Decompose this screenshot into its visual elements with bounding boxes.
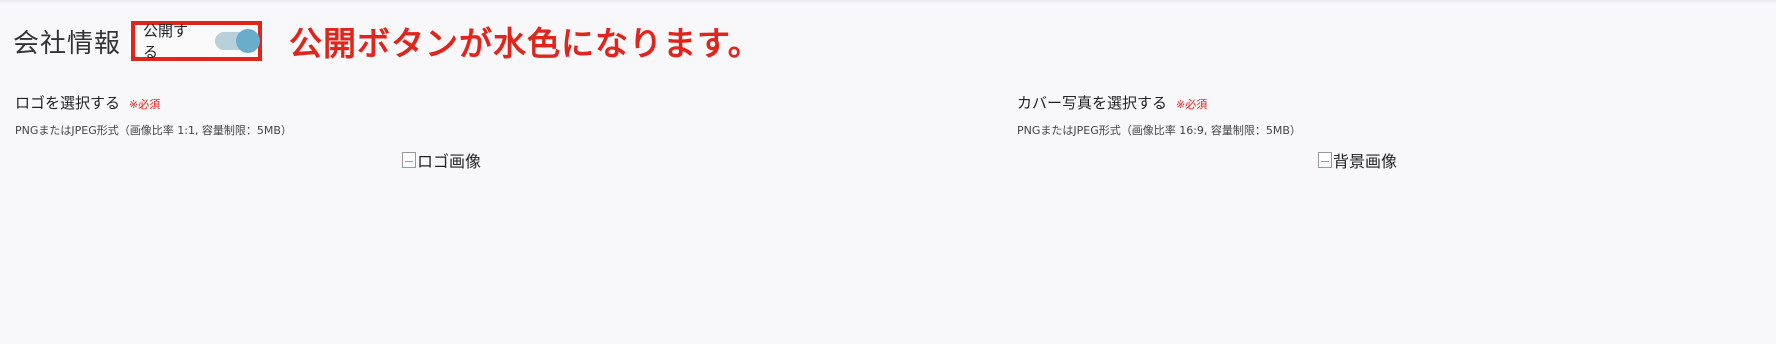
logo-hint: PNGまたはJPEG形式（画像比率 1:1, 容量制限：5MB） [15, 124, 292, 137]
required-mark: ※必須 [1176, 98, 1208, 111]
cover-label-row: カバー写真を選択する ※必須 [1017, 92, 1757, 113]
required-mark: ※必須 [129, 98, 161, 111]
logo-select-label[interactable]: ロゴを選択する [15, 92, 120, 113]
publish-toggle-label: 公開する [143, 22, 189, 61]
logo-upload-section: ロゴを選択する ※必須 PNGまたはJPEG形式（画像比率 1:1, 容量制限：… [15, 92, 885, 171]
top-shadow [0, 0, 1776, 4]
publish-toggle-switch[interactable] [215, 29, 261, 53]
logo-image-alt: ロゴ画像 [417, 152, 482, 171]
cover-image[interactable]: 背景画像 [1318, 148, 1397, 172]
toggle-knob [236, 29, 261, 53]
section-header: 会社情報 公開する 公開ボタンが水色になります。 [13, 18, 762, 64]
logo-label-row: ロゴを選択する ※必須 [15, 92, 885, 113]
cover-hint: PNGまたはJPEG形式（画像比率 16:9, 容量制限：5MB） [1017, 124, 1301, 137]
cover-upload-section: カバー写真を選択する ※必須 PNGまたはJPEG形式（画像比率 16:9, 容… [1017, 92, 1757, 171]
broken-image-icon [1318, 152, 1332, 168]
broken-image-icon [402, 152, 416, 168]
publish-toggle-highlight: 公開する [131, 21, 263, 61]
section-title: 会社情報 [13, 28, 122, 59]
annotation-text: 公開ボタンが水色になります。 [289, 24, 762, 63]
cover-image-alt: 背景画像 [1333, 152, 1398, 171]
cover-select-label[interactable]: カバー写真を選択する [1017, 92, 1167, 113]
logo-image[interactable]: ロゴ画像 [402, 148, 481, 172]
